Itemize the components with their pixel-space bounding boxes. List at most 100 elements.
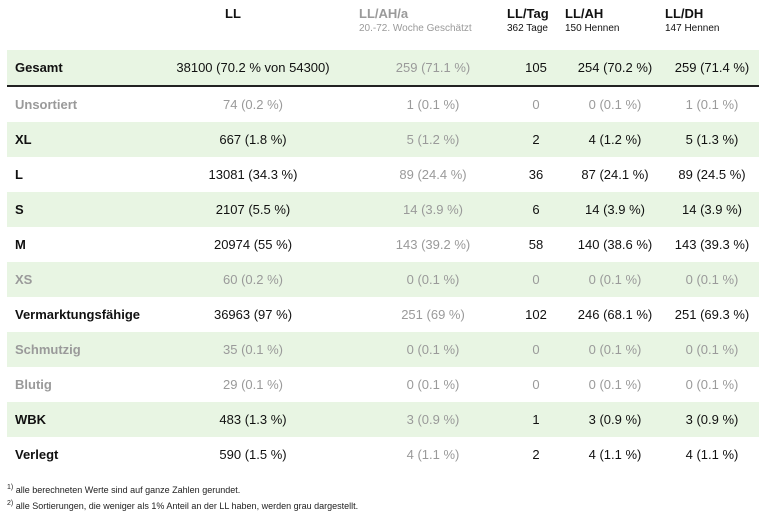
footnote-1-text: alle berechneten Werte sind auf ganze Za… [13, 485, 241, 495]
table-row-blutig: Blutig 29 (0.1 %) 0 (0.1 %) 0 0 (0.1 %) … [7, 367, 759, 402]
cell-lldh: 0 (0.1 %) [665, 332, 759, 367]
table-row-schmutzig: Schmutzig 35 (0.1 %) 0 (0.1 %) 0 0 (0.1 … [7, 332, 759, 367]
cell-lldh: 251 (69.3 %) [674, 307, 750, 322]
header-lldh-sub: 147 Hennen [665, 23, 720, 34]
row-label: M [15, 237, 26, 252]
cell-llah: 0 (0.1 %) [565, 332, 665, 367]
header-llah-sub: 150 Hennen [565, 23, 620, 34]
header-lldh: LL/DH 147 Hennen [665, 0, 759, 50]
cell-lltag: 36 [528, 167, 544, 182]
cell-llah-a: 143 (39.2 %) [395, 237, 471, 252]
cell-llah-a: 14 (3.9 %) [359, 192, 507, 227]
table-row-unsortiert: Unsortiert 74 (0.2 %) 1 (0.1 %) 0 0 (0.1… [7, 86, 759, 122]
row-label: XS [7, 262, 147, 297]
cell-lldh: 4 (1.1 %) [685, 447, 739, 462]
header-ll: LL [225, 6, 241, 21]
cell-llah: 3 (0.9 %) [565, 402, 665, 437]
cell-lldh: 3 (0.9 %) [665, 402, 759, 437]
cell-lltag: 102 [525, 307, 547, 322]
cell-ll: 13081 (34.3 %) [208, 167, 298, 182]
cell-lltag: 0 [532, 377, 540, 392]
cell-lldh: 0 (0.1 %) [685, 377, 739, 392]
cell-lltag: 0 [532, 97, 540, 112]
cell-lltag: 2 [532, 447, 540, 462]
table-row-s: S 2107 (5.5 %) 14 (3.9 %) 6 14 (3.9 %) 1… [7, 192, 759, 227]
cell-lldh: 143 (39.3 %) [674, 237, 750, 252]
egg-statistics-table: LL LL/AH/a 20.-72. Woche Geschätzt LL/Tag… [7, 0, 759, 472]
table-row-verlegt: Verlegt 590 (1.5 %) 4 (1.1 %) 2 4 (1.1 %… [7, 437, 759, 472]
cell-lltag: 2 [507, 122, 565, 157]
table-row-xl: XL 667 (1.8 %) 5 (1.2 %) 2 4 (1.2 %) 5 (… [7, 122, 759, 157]
cell-llah: 14 (3.9 %) [565, 192, 665, 227]
cell-llah-a: 89 (24.4 %) [399, 167, 467, 182]
cell-lltag: 0 [507, 332, 565, 367]
cell-llah-a: 5 (1.2 %) [359, 122, 507, 157]
cell-ll: 38100 (70.2 % von 54300) [147, 50, 359, 87]
cell-llah: 0 (0.1 %) [588, 377, 642, 392]
row-label: Unsortiert [15, 97, 78, 112]
cell-lldh: 89 (24.5 %) [678, 167, 746, 182]
row-label: L [15, 167, 23, 182]
cell-ll: 483 (1.3 %) [147, 402, 359, 437]
cell-llah-a: 251 (69 %) [401, 307, 465, 322]
cell-lldh: 14 (3.9 %) [665, 192, 759, 227]
cell-llah: 254 (70.2 %) [565, 50, 665, 87]
cell-llah-a: 259 (71.1 %) [359, 50, 507, 87]
cell-ll: 20974 (55 %) [213, 237, 293, 252]
row-label: Gesamt [7, 50, 147, 87]
row-label: S [7, 192, 147, 227]
row-label: Schmutzig [7, 332, 147, 367]
cell-llah-a: 3 (0.9 %) [359, 402, 507, 437]
cell-llah-a: 0 (0.1 %) [359, 262, 507, 297]
header-llah-a-sub: 20.-72. Woche Geschätzt [359, 23, 472, 34]
cell-lltag: 58 [528, 237, 544, 252]
header-llah: LL/AH 150 Hennen [565, 0, 665, 50]
cell-llah: 4 (1.2 %) [565, 122, 665, 157]
header-llah-a: LL/AH/a 20.-72. Woche Geschätzt [359, 0, 507, 50]
table-row-vermarktungsfaehige: Vermarktungsfähige 36963 (97 %) 251 (69 … [7, 297, 759, 332]
cell-ll: 74 (0.2 %) [223, 97, 283, 112]
header-lltag-sub: 362 Tage [507, 23, 548, 34]
table-row-xs: XS 60 (0.2 %) 0 (0.1 %) 0 0 (0.1 %) 0 (0… [7, 262, 759, 297]
cell-llah: 87 (24.1 %) [581, 167, 649, 182]
table-header-row: LL LL/AH/a 20.-72. Woche Geschätzt LL/Tag… [7, 0, 759, 50]
cell-ll: 590 (1.5 %) [219, 447, 287, 462]
row-label: Verlegt [15, 447, 59, 462]
table-row-l: L 13081 (34.3 %) 89 (24.4 %) 36 87 (24.1… [7, 157, 759, 192]
row-label: Blutig [15, 377, 52, 392]
header-empty [7, 0, 147, 50]
cell-lltag: 6 [507, 192, 565, 227]
cell-lldh: 0 (0.1 %) [665, 262, 759, 297]
footnote-2-text: alle Sortierungen, die weniger als 1% An… [13, 501, 359, 511]
cell-llah-a: 4 (1.1 %) [406, 447, 460, 462]
row-label: Vermarktungsfähige [15, 307, 140, 322]
cell-llah-a: 1 (0.1 %) [406, 97, 460, 112]
cell-llah: 246 (68.1 %) [577, 307, 653, 322]
cell-lldh: 259 (71.4 %) [665, 50, 759, 87]
cell-ll: 667 (1.8 %) [147, 122, 359, 157]
cell-ll: 29 (0.1 %) [223, 377, 283, 392]
cell-llah-a: 0 (0.1 %) [359, 332, 507, 367]
table-row-gesamt: Gesamt 38100 (70.2 % von 54300) 259 (71.… [7, 50, 759, 87]
footnote-1: 1) alle berechneten Werte sind auf ganze… [7, 484, 240, 495]
footnote-2: 2) alle Sortierungen, die weniger als 1%… [7, 500, 358, 511]
table-row-wbk: WBK 483 (1.3 %) 3 (0.9 %) 1 3 (0.9 %) 3 … [7, 402, 759, 437]
cell-llah: 140 (38.6 %) [577, 237, 653, 252]
cell-llah: 4 (1.1 %) [588, 447, 642, 462]
table-row-m: M 20974 (55 %) 143 (39.2 %) 58 140 (38.6… [7, 227, 759, 262]
cell-ll: 36963 (97 %) [213, 307, 293, 322]
cell-ll: 60 (0.2 %) [147, 262, 359, 297]
cell-llah: 0 (0.1 %) [588, 97, 642, 112]
header-lltag: LL/Tag 362 Tage [507, 0, 565, 50]
cell-lltag: 1 [507, 402, 565, 437]
cell-llah-a: 0 (0.1 %) [406, 377, 460, 392]
cell-lldh: 1 (0.1 %) [685, 97, 739, 112]
cell-lldh: 5 (1.3 %) [665, 122, 759, 157]
cell-lltag: 105 [507, 50, 565, 87]
row-label: XL [7, 122, 147, 157]
cell-llah: 0 (0.1 %) [565, 262, 665, 297]
cell-ll: 35 (0.1 %) [147, 332, 359, 367]
cell-lltag: 0 [507, 262, 565, 297]
cell-ll: 2107 (5.5 %) [147, 192, 359, 227]
row-label: WBK [7, 402, 147, 437]
